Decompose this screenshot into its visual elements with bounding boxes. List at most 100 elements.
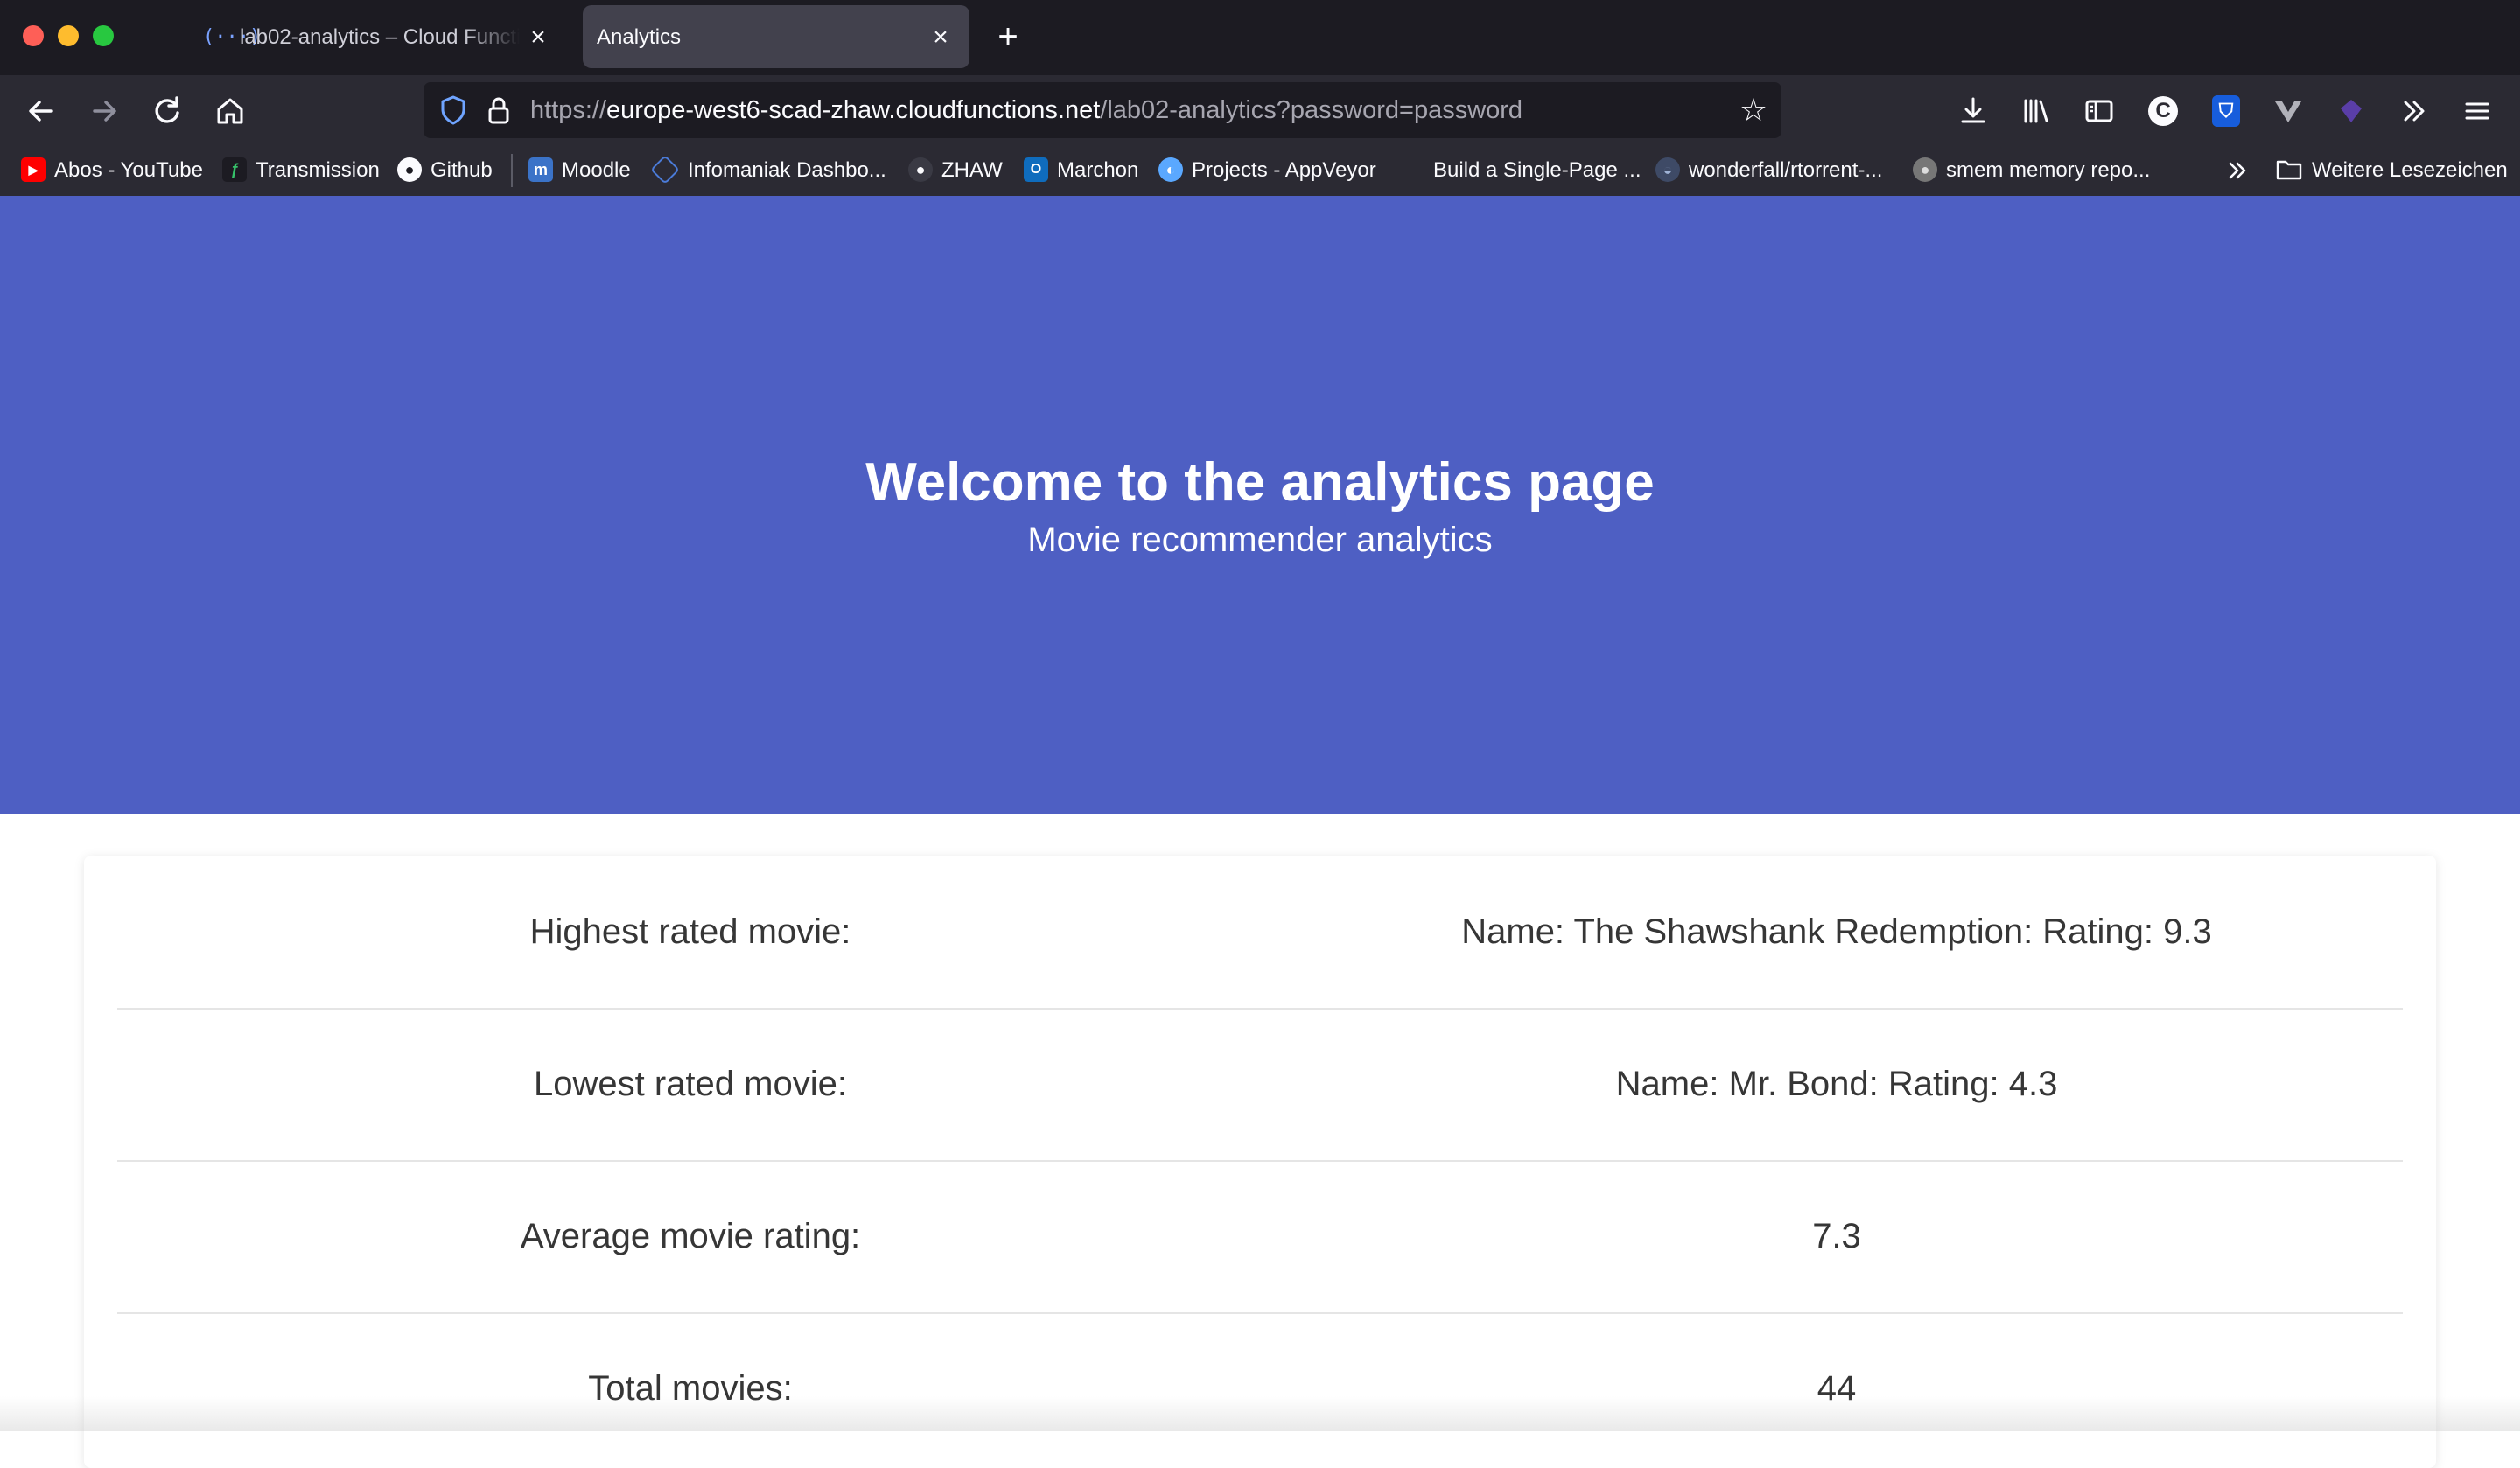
stat-label: Highest rated movie: bbox=[529, 912, 851, 951]
bookmark-label: Transmission bbox=[256, 158, 380, 182]
forward-button[interactable] bbox=[84, 91, 124, 131]
stat-value: 7.3 bbox=[1812, 1217, 1861, 1255]
home-icon bbox=[217, 98, 243, 124]
address-bar[interactable]: https://europe-west6-scad-zhaw.cloudfunc… bbox=[424, 82, 1782, 138]
window-minimize-button[interactable] bbox=[58, 25, 79, 46]
navigation-toolbar: https://europe-west6-scad-zhaw.cloudfunc… bbox=[0, 75, 2520, 185]
tab-title: Analytics bbox=[597, 25, 682, 49]
stat-label: Total movies: bbox=[588, 1369, 793, 1408]
table-row: Highest rated movie: Name: The Shawshank… bbox=[117, 856, 2403, 1010]
stat-value: Name: Mr. Bond: Rating: 4.3 bbox=[1615, 1065, 2058, 1103]
other-bookmarks-folder[interactable]: Weitere Lesezeichen bbox=[2275, 156, 2508, 185]
tab-title: lab02-analytics – Cloud Functions bbox=[240, 25, 520, 49]
stat-label: Average movie rating: bbox=[520, 1217, 861, 1255]
bookmark-star-icon[interactable]: ☆ bbox=[1736, 93, 1771, 128]
close-tab-icon[interactable]: × bbox=[522, 21, 555, 54]
bookmarks-toolbar: ▶ Abos - YouTube ƒ Transmission ● Github mM… bbox=[0, 145, 2520, 197]
bookmark-label: ZHAW bbox=[942, 158, 1003, 182]
table-row: Total movies: 44 bbox=[117, 1312, 2403, 1465]
page-title: Welcome to the analytics page bbox=[865, 452, 1655, 513]
bookmarks-overflow-button[interactable] bbox=[2222, 156, 2252, 185]
bookmark-label: Build a Single-Page ... bbox=[1433, 158, 1642, 182]
stat-value: 44 bbox=[1816, 1369, 1857, 1408]
url-host: europe-west6-scad-zhaw.cloudfunctions.ne… bbox=[606, 96, 1101, 124]
window-close-button[interactable] bbox=[23, 25, 44, 46]
sidebar-button[interactable] bbox=[2079, 91, 2119, 131]
page-subtitle: Movie recommender analytics bbox=[1027, 521, 1493, 559]
moodle-icon: m bbox=[528, 157, 553, 182]
bitwarden-extension-icon[interactable]: ⛉ bbox=[2212, 95, 2240, 127]
hamburger-menu-icon bbox=[2465, 102, 2489, 120]
sheep-icon: ● bbox=[1913, 157, 1937, 182]
stat-value: Name: The Shawshank Redemption: Rating: … bbox=[1461, 912, 2212, 951]
appveyor-icon: ◐ bbox=[1158, 157, 1183, 182]
bookmark-youtube[interactable]: ▶ Abos - YouTube bbox=[21, 156, 203, 185]
other-bookmarks-label: Weitere Lesezeichen bbox=[2312, 158, 2508, 182]
bookmark-transmission[interactable]: ƒ Transmission bbox=[222, 156, 380, 185]
bookmark-label: wonderfall/rtorrent-... bbox=[1689, 158, 1883, 182]
table-row: Average movie rating: 7.3 bbox=[117, 1160, 2403, 1314]
analytics-table-card: Highest rated movie: Name: The Shawshank… bbox=[84, 856, 2436, 1468]
window-maximize-button[interactable] bbox=[93, 25, 114, 46]
downloads-button[interactable] bbox=[1953, 91, 1993, 131]
back-arrow-icon bbox=[29, 101, 52, 122]
home-button[interactable] bbox=[210, 91, 250, 131]
bookmark-smem[interactable]: ● smem memory repo... bbox=[1913, 156, 2150, 185]
stat-label: Lowest rated movie: bbox=[534, 1065, 847, 1103]
browser-chrome: (···) lab02-analytics – Cloud Functions … bbox=[0, 0, 2520, 197]
zhaw-icon: ● bbox=[908, 157, 933, 182]
new-tab-button[interactable]: + bbox=[989, 17, 1027, 56]
chevron-double-right-icon bbox=[2404, 101, 2425, 122]
app-menu-button[interactable] bbox=[2457, 91, 2497, 131]
sidebar-icon bbox=[2085, 100, 2113, 122]
youtube-icon: ▶ bbox=[21, 157, 46, 182]
bookmark-label: Infomaniak Dashbo... bbox=[688, 158, 886, 182]
bookmark-label: Moodle bbox=[562, 158, 631, 182]
extension-purple-icon[interactable] bbox=[2331, 91, 2371, 131]
bookmark-moodle[interactable]: m Moodle bbox=[528, 156, 631, 185]
url-text[interactable]: https://europe-west6-scad-zhaw.cloudfunc… bbox=[530, 94, 1522, 126]
bookmark-marchon[interactable]: O Marchon bbox=[1024, 156, 1138, 185]
tab-cloud-functions[interactable]: (···) lab02-analytics – Cloud Functions … bbox=[194, 5, 567, 68]
page-bottom-fade bbox=[0, 1396, 2520, 1431]
back-button[interactable] bbox=[21, 91, 61, 131]
folder-icon bbox=[2276, 160, 2302, 179]
lock-icon[interactable] bbox=[481, 93, 516, 128]
bookmark-github[interactable]: ● Github bbox=[397, 156, 493, 185]
bookmark-rtorrent[interactable]: ◒ wonderfall/rtorrent-... bbox=[1656, 156, 1882, 185]
tracking-protection-shield-icon[interactable] bbox=[436, 93, 471, 128]
bookmark-label: Abos - YouTube bbox=[54, 158, 203, 182]
library-button[interactable] bbox=[2016, 91, 2056, 131]
transmission-icon: ƒ bbox=[222, 157, 247, 182]
bookmark-label: Github bbox=[430, 158, 493, 182]
more-tools-button[interactable] bbox=[2394, 91, 2434, 131]
forward-arrow-icon bbox=[93, 101, 116, 122]
tab-analytics[interactable]: Analytics × bbox=[583, 5, 970, 68]
bookmarks-separator bbox=[511, 154, 513, 187]
library-icon bbox=[2024, 99, 2048, 123]
reload-button[interactable] bbox=[147, 91, 187, 131]
reload-icon bbox=[155, 96, 179, 123]
bookmark-zhaw[interactable]: ● ZHAW bbox=[908, 156, 1003, 185]
bookmark-label: Marchon bbox=[1057, 158, 1139, 182]
bookmark-label: Projects - AppVeyor bbox=[1192, 158, 1376, 182]
infomaniak-icon bbox=[650, 154, 680, 185]
cloud-functions-icon: (···) bbox=[203, 26, 262, 48]
url-scheme: https:// bbox=[530, 96, 607, 124]
bookmark-appveyor[interactable]: ◐ Projects - AppVeyor bbox=[1158, 156, 1376, 185]
tab-bar: (···) lab02-analytics – Cloud Functions … bbox=[0, 0, 2520, 75]
close-tab-icon[interactable]: × bbox=[924, 21, 957, 54]
extension-c-icon[interactable]: C bbox=[2148, 96, 2178, 126]
github-icon: ● bbox=[397, 157, 422, 182]
hero-banner: Welcome to the analytics page Movie reco… bbox=[0, 196, 2520, 814]
docker-icon: ◒ bbox=[1656, 157, 1680, 182]
bookmark-single-page[interactable]: Build a Single-Page ... bbox=[1400, 156, 1641, 185]
table-row: Lowest rated movie: Name: Mr. Bond: Rati… bbox=[117, 1008, 2403, 1162]
page-icon bbox=[1400, 157, 1424, 182]
url-path: /lab02-analytics?password=password bbox=[1100, 96, 1523, 124]
vue-devtools-extension-icon[interactable] bbox=[2268, 91, 2308, 131]
outlook-icon: O bbox=[1024, 157, 1048, 182]
bookmark-label: smem memory repo... bbox=[1946, 158, 2151, 182]
bookmark-infomaniak[interactable]: Infomaniak Dashbo... bbox=[650, 154, 886, 185]
chevron-double-right-icon bbox=[2229, 162, 2246, 179]
